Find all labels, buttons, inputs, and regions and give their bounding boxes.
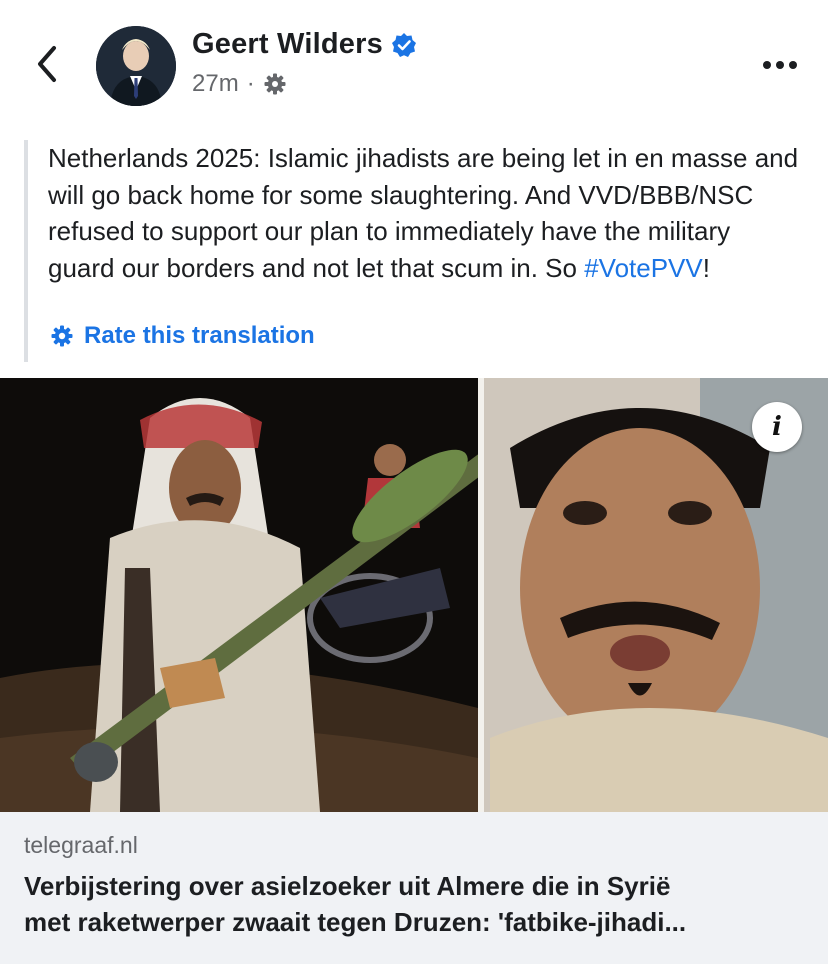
news-photo-collage	[0, 378, 828, 812]
more-options-button[interactable]	[758, 50, 802, 80]
verified-badge-icon	[391, 32, 416, 57]
link-title-line-1: Verbijstering over asielzoeker uit Almer…	[24, 871, 671, 901]
link-preview-card[interactable]: telegraaf.nl Verbijstering over asielzoe…	[0, 812, 828, 964]
author-name[interactable]: Geert Wilders	[192, 28, 383, 61]
link-title-line-2: met raketwerper zwaait tegen Druzen: 'fa…	[24, 907, 687, 937]
meta-separator: ·	[246, 70, 255, 97]
rate-translation-label: Rate this translation	[84, 322, 315, 349]
post-media-image[interactable]	[0, 378, 828, 812]
link-title: Verbijstering over asielzoeker uit Almer…	[24, 868, 804, 940]
settings-gear-icon	[51, 325, 73, 347]
post-header: Geert Wilders 27m ·	[0, 0, 828, 130]
avatar[interactable]	[96, 26, 176, 106]
chevron-left-icon	[38, 46, 56, 82]
back-button[interactable]	[30, 42, 66, 86]
post-timestamp[interactable]: 27m	[192, 70, 239, 98]
post-text: Netherlands 2025: Islamic jihadists are …	[48, 140, 800, 286]
more-dots-icon	[763, 61, 797, 69]
rate-translation-link[interactable]: Rate this translation	[50, 322, 315, 350]
gear-icon[interactable]	[263, 72, 287, 96]
author-line: Geert Wilders	[192, 28, 417, 61]
hashtag-link[interactable]: #VotePVV	[584, 253, 703, 283]
avatar-image	[96, 26, 176, 106]
media-info-button[interactable]: i	[752, 402, 802, 452]
post-text-end: !	[702, 252, 710, 283]
post-body: Netherlands 2025: Islamic jihadists are …	[24, 140, 808, 362]
post-meta: 27m ·	[192, 70, 287, 98]
link-domain: telegraaf.nl	[24, 832, 138, 858]
